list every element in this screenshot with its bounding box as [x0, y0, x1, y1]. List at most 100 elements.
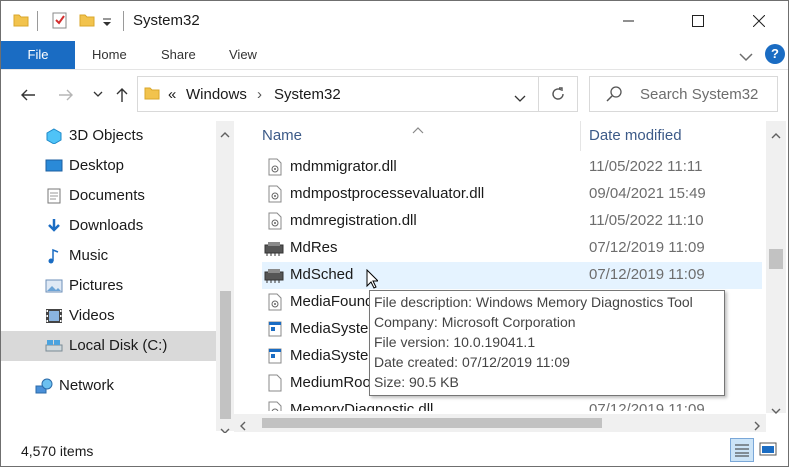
- file-date: 07/12/2019 11:09: [589, 401, 705, 411]
- column-header-date[interactable]: Date modified: [589, 127, 682, 144]
- nav-item-downloads[interactable]: Downloads: [1, 211, 216, 241]
- close-button[interactable]: [736, 1, 782, 41]
- file-date: 11/05/2022 11:10: [589, 212, 704, 229]
- file-name: MdSched: [290, 266, 354, 283]
- file-date: 07/12/2019 11:09: [589, 266, 705, 283]
- help-icon[interactable]: ?: [765, 44, 785, 64]
- nav-item-3d-objects[interactable]: 3D Objects: [1, 121, 216, 151]
- app-icon: [268, 320, 282, 338]
- folder-icon: [13, 12, 29, 31]
- file-name: MemoryDiagnostic.dll: [290, 401, 434, 411]
- back-button[interactable]: [17, 84, 39, 106]
- scroll-thumb[interactable]: [220, 291, 231, 419]
- status-bar: 4,570 items: [1, 433, 788, 466]
- tab-share[interactable]: Share: [161, 41, 196, 69]
- pictures-icon: [45, 278, 63, 294]
- horizontal-scrollbar[interactable]: [234, 414, 766, 432]
- file-name: mdmmigrator.dll: [290, 158, 397, 175]
- dll-file-icon: [268, 158, 282, 176]
- nav-item-label: Network: [59, 377, 115, 394]
- back-arrow-icon: [21, 89, 35, 101]
- search-input[interactable]: Search System32: [589, 76, 778, 112]
- file-date: 09/04/2021 15:49: [589, 185, 706, 202]
- nav-item-local-disk[interactable]: Local Disk (C:): [1, 331, 216, 361]
- scroll-up-icon[interactable]: [771, 126, 781, 142]
- videos-icon: [45, 308, 63, 324]
- file-info-tooltip: File description: Windows Memory Diagnos…: [369, 290, 725, 396]
- file-row[interactable]: MdSched 07/12/2019 11:09: [262, 262, 762, 289]
- details-view-button[interactable]: [730, 438, 754, 462]
- scroll-left-icon[interactable]: [240, 418, 246, 434]
- app-icon: [268, 347, 282, 365]
- file-row[interactable]: mdmmigrator.dll 11/05/2022 11:11: [262, 154, 762, 181]
- file-name: MdRes: [290, 239, 338, 256]
- recent-locations-button[interactable]: [87, 84, 109, 106]
- column-header-name[interactable]: Name: [262, 127, 302, 144]
- tab-view[interactable]: View: [229, 41, 257, 69]
- window-title: System32: [133, 12, 200, 29]
- breadcrumb-system32[interactable]: System32: [274, 86, 341, 103]
- nav-item-documents[interactable]: Documents: [1, 181, 216, 211]
- breadcrumb-separator[interactable]: ›: [257, 86, 262, 103]
- search-icon: [606, 86, 622, 105]
- tab-home[interactable]: Home: [92, 41, 127, 69]
- new-folder-icon[interactable]: [79, 12, 95, 31]
- dll-file-icon: [268, 401, 282, 411]
- customize-toolbar-icon[interactable]: [102, 15, 112, 31]
- up-button[interactable]: [111, 84, 133, 106]
- nav-item-videos[interactable]: Videos: [1, 301, 216, 331]
- sort-ascending-icon: [412, 121, 424, 137]
- tooltip-size: Size: 90.5 KB: [374, 374, 459, 390]
- scroll-thumb[interactable]: [262, 418, 602, 428]
- expand-ribbon-icon[interactable]: [739, 49, 753, 65]
- nav-scrollbar[interactable]: [216, 121, 234, 434]
- address-row: « Windows › System32 Search System32: [1, 70, 788, 120]
- divider: [37, 11, 38, 31]
- nav-item-label: Pictures: [69, 277, 124, 294]
- nav-item-label: Downloads: [69, 217, 144, 234]
- file-row[interactable]: MemoryDiagnostic.dll 07/12/2019 11:09: [262, 397, 762, 411]
- close-icon: [753, 15, 765, 27]
- scroll-thumb[interactable]: [769, 249, 783, 269]
- tab-file[interactable]: File: [1, 41, 75, 69]
- nav-item-label: Music: [69, 247, 109, 264]
- search-placeholder: Search System32: [640, 86, 759, 103]
- tooltip-date-created: Date created: 07/12/2019 11:09: [374, 354, 570, 370]
- tooltip-company: Company: Microsoft Corporation: [374, 314, 576, 330]
- breadcrumb-windows[interactable]: Windows: [186, 86, 247, 103]
- breadcrumb-overflow[interactable]: «: [168, 86, 176, 103]
- nav-item-desktop[interactable]: Desktop: [1, 151, 216, 181]
- downloads-icon: [45, 218, 63, 234]
- nav-item-label: 3D Objects: [69, 127, 144, 144]
- address-bar[interactable]: « Windows › System32: [137, 76, 539, 112]
- maximize-icon: [692, 15, 704, 27]
- properties-icon[interactable]: [51, 12, 69, 33]
- documents-icon: [45, 188, 63, 204]
- forward-button[interactable]: [55, 84, 77, 106]
- column-divider[interactable]: [580, 121, 581, 151]
- scroll-up-icon[interactable]: [220, 125, 230, 141]
- file-list-scrollbar[interactable]: [766, 121, 786, 414]
- minimize-button[interactable]: [606, 1, 652, 41]
- nav-item-network[interactable]: Network: [1, 371, 216, 401]
- large-icons-view-button[interactable]: [757, 438, 779, 460]
- chip-icon: [264, 239, 284, 257]
- nav-item-label: Desktop: [69, 157, 125, 174]
- explorer-window: System32 File Home Share View ? « Window…: [0, 0, 789, 467]
- file-row[interactable]: MdRes 07/12/2019 11:09: [262, 235, 762, 262]
- file-row[interactable]: mdmpostprocessevaluator.dll 09/04/2021 1…: [262, 181, 762, 208]
- scroll-down-icon[interactable]: [771, 401, 781, 417]
- maximize-button[interactable]: [675, 1, 721, 41]
- 3d-objects-icon: [45, 128, 63, 145]
- address-dropdown-icon[interactable]: [514, 90, 526, 106]
- nav-item-pictures[interactable]: Pictures: [1, 271, 216, 301]
- minimize-icon: [623, 20, 634, 22]
- refresh-button[interactable]: [539, 76, 578, 112]
- file-row[interactable]: mdmregistration.dll 11/05/2022 11:10: [262, 208, 762, 235]
- item-count: 4,570 items: [21, 443, 94, 459]
- scroll-right-icon[interactable]: [754, 418, 760, 434]
- nav-item-label: Documents: [69, 187, 145, 204]
- nav-item-music[interactable]: Music: [1, 241, 216, 271]
- dll-file-icon: [268, 185, 282, 203]
- folder-icon: [144, 85, 160, 104]
